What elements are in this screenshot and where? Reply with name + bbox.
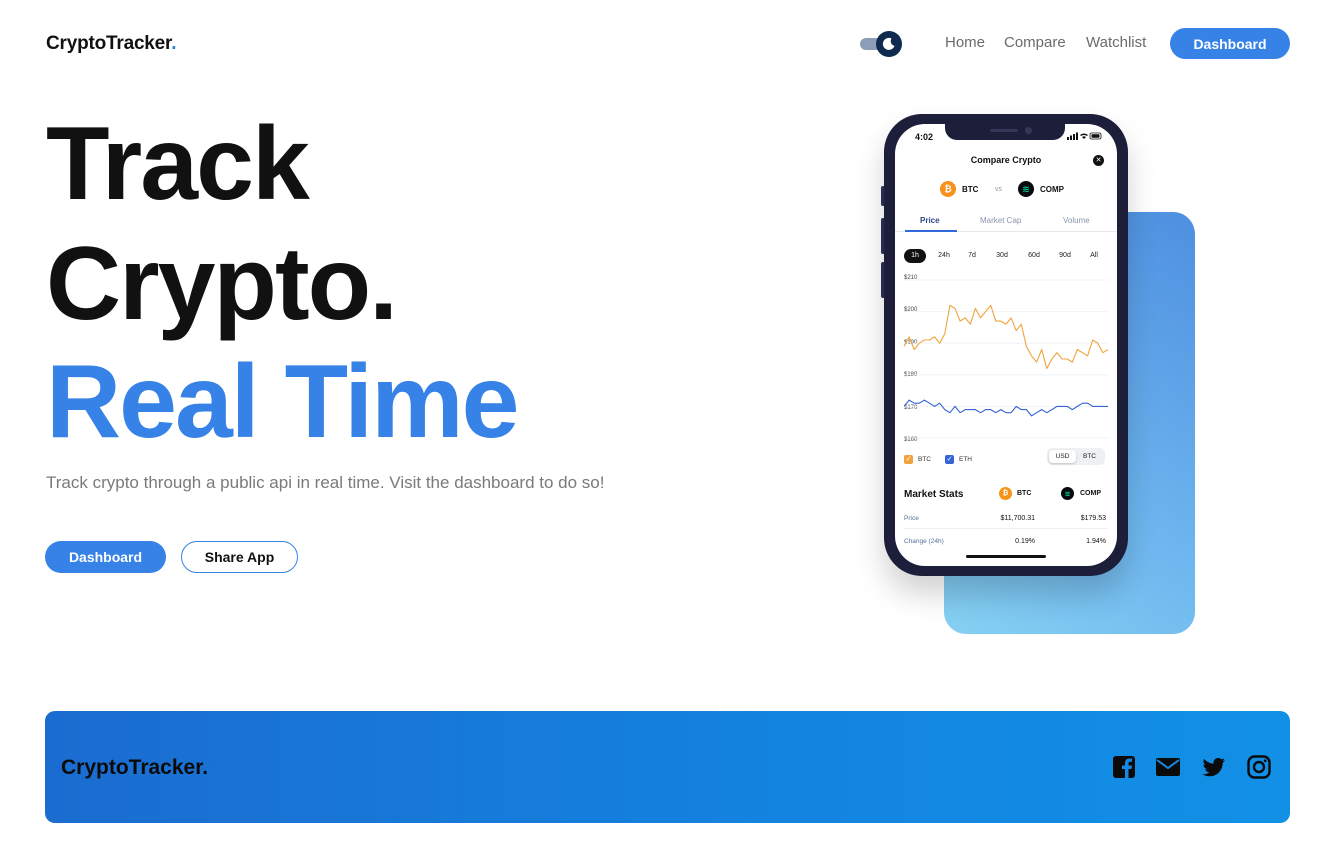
share-app-button[interactable]: Share App [181,541,298,573]
compound-icon: ≋ [1061,487,1074,500]
stat-divider [904,528,1108,529]
twitter-icon[interactable] [1201,754,1227,780]
range-7d[interactable]: 7d [962,249,982,263]
site-logo[interactable]: CryptoTracker. [46,33,176,55]
stat-price-a: $11,700.31 [1000,515,1035,522]
currency-usd[interactable]: USD [1049,450,1076,463]
range-1h[interactable]: 1h [904,249,926,263]
home-indicator [966,555,1046,558]
market-stats-title: Market Stats [904,489,964,500]
footer-logo-text: CryptoTracker [61,756,203,779]
series-line-eth [904,399,1108,417]
footer-logo-dot: . [202,756,209,779]
bitcoin-icon: ₿ [999,487,1012,500]
hero-dashboard-button[interactable]: Dashboard [45,541,166,573]
moon-icon [882,37,895,50]
tab-market-cap[interactable]: Market Cap [980,216,1021,225]
status-time: 4:02 [915,132,934,142]
nav-watchlist[interactable]: Watchlist [1086,34,1146,51]
status-icons [1067,132,1102,140]
range-90d[interactable]: 90d [1054,249,1076,263]
logo-dot: . [171,33,177,54]
legend-label-eth: ETH [959,456,972,463]
stat-label-price: Price [904,515,919,522]
currency-switch[interactable]: USD BTC [1047,448,1105,465]
price-chart [904,279,1108,439]
logo-text: CryptoTracker [46,33,172,54]
legend-checkbox-btc[interactable]: ✓ [904,455,913,464]
hero-heading-line-1: Track [46,106,310,222]
tab-volume[interactable]: Volume [1063,216,1090,225]
nav-compare[interactable]: Compare [1004,34,1066,51]
stat-change-a: 0.19% [1015,538,1035,545]
theme-toggle[interactable] [860,31,904,57]
vs-label: vs [995,186,1002,193]
range-30d[interactable]: 30d [991,249,1013,263]
toggle-knob [876,31,902,57]
compare-title: Compare Crypto [970,155,1042,165]
nav-home[interactable]: Home [945,34,985,51]
market-stats-coin-b: COMP [1080,490,1101,497]
range-24h[interactable]: 24h [933,249,955,263]
tab-price[interactable]: Price [920,216,940,225]
hero-heading-line-3: Real Time [46,344,519,460]
coin-a-label[interactable]: BTC [962,185,978,194]
hero-heading-line-2: Crypto. [46,226,398,342]
legend-label-btc: BTC [918,456,931,463]
close-icon[interactable]: ✕ [1093,155,1104,166]
header-dashboard-button[interactable]: Dashboard [1170,28,1290,59]
legend-checkbox-eth[interactable]: ✓ [945,455,954,464]
mail-icon[interactable] [1155,754,1181,780]
compound-icon: ≋ [1018,181,1034,197]
instagram-icon[interactable] [1246,754,1272,780]
stat-label-change: Change (24h) [904,538,944,545]
range-60d[interactable]: 60d [1023,249,1045,263]
stat-price-b: $179.53 [1080,515,1106,522]
footer-logo[interactable]: CryptoTracker. [61,756,208,780]
market-stats-coin-a: BTC [1017,490,1032,497]
facebook-icon[interactable] [1111,754,1137,780]
series-line-btc [904,304,1108,370]
phone-screen: 4:02 Compare Crypto ✕ ₿ BTC vs ≋ COMP Pr… [895,124,1117,566]
tab-active-underline [905,230,957,232]
range-all[interactable]: All [1084,249,1104,263]
phone-notch [945,124,1065,140]
bitcoin-icon: ₿ [940,181,956,197]
coin-b-label[interactable]: COMP [1040,185,1064,194]
stat-change-b: 1.94% [1086,538,1106,545]
footer: CryptoTracker. [45,711,1290,823]
currency-btc[interactable]: BTC [1076,450,1103,463]
hero-subtitle: Track crypto through a public api in rea… [46,473,605,492]
